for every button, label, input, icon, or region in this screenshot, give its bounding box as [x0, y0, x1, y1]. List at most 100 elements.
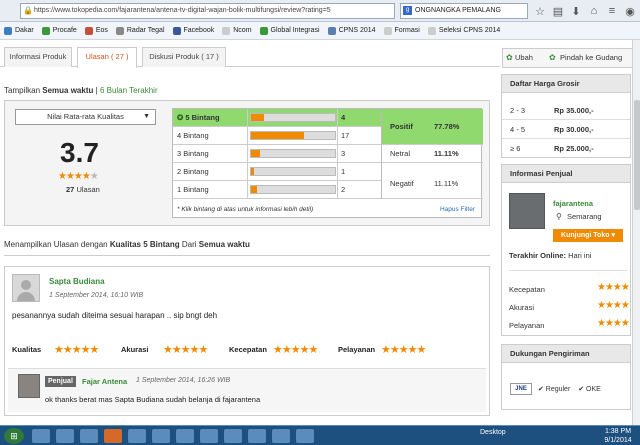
rating-row-3[interactable]: 3 Bintang 3 — [173, 145, 381, 163]
bookmark-icon[interactable]: ▤ — [552, 5, 564, 18]
taskbar-app-icon[interactable] — [248, 429, 266, 443]
bookmark-radar-tegal[interactable]: Radar Tegal — [115, 26, 165, 35]
select-value: Nilai Rata-rata Kualitas — [47, 112, 124, 121]
chevron-down-icon: ▼ — [143, 113, 150, 120]
bookmark-ncom[interactable]: Ncom — [222, 26, 252, 35]
taskbar-firefox-icon[interactable] — [104, 429, 122, 443]
bookmark-formasi[interactable]: Formasi — [383, 26, 420, 35]
seller-name[interactable]: fajarantena — [553, 199, 593, 208]
start-button[interactable]: ⊞ — [4, 428, 24, 444]
bookmark-facebook[interactable]: Facebook — [172, 26, 214, 35]
lock-icon: 🔒 — [23, 6, 33, 15]
rating-row-1[interactable]: 1 Bintang 2 — [173, 181, 381, 199]
home-icon[interactable]: ⌂ — [588, 5, 600, 17]
sentiment-value: 77.78% — [434, 122, 460, 131]
taskbar-app-icon[interactable] — [272, 429, 290, 443]
extension-icon[interactable]: ◉ — [624, 5, 636, 18]
rating-row-label: 2 Bintang — [177, 167, 209, 176]
hapus-filter-link[interactable]: Hapus Filter — [440, 206, 475, 213]
address-bar[interactable]: 🔒 https://www.tokopedia.com/fajarantena/… — [20, 3, 395, 19]
download-icon[interactable]: ⬇ — [570, 5, 582, 18]
menu-icon[interactable]: ≡ — [606, 5, 618, 17]
grosir-qty: 2 - 3 — [510, 106, 526, 115]
tab-informasi-produk[interactable]: Informasi Produk — [4, 47, 72, 67]
bookmark-cpns-2014[interactable]: CPNS 2014 — [327, 26, 376, 35]
tab-ulasan[interactable]: Ulasan ( 27 ) — [77, 47, 137, 68]
bookmark-eos[interactable]: Eos — [84, 26, 108, 35]
gear-icon: ✿ — [506, 53, 513, 62]
taskbar-app-icon[interactable] — [152, 429, 170, 443]
page-scrollbar[interactable] — [632, 40, 640, 426]
reply-author[interactable]: Fajar Antena — [82, 377, 127, 386]
rating-bar — [250, 185, 336, 194]
grosir-price: Rp 30.000,- — [554, 125, 594, 134]
rating-type-select[interactable]: Nilai Rata-rata Kualitas ▼ — [15, 109, 156, 125]
time-filter: Tampilkan Semua waktu | 6 Bulan Terakhir — [4, 86, 158, 95]
reply-date: 1 September 2014, 16:26 WIB — [136, 377, 231, 384]
metric-akurasi-stars: ★★★★ — [597, 300, 630, 311]
search-value: ONGNANGKA PEMALANG — [415, 7, 501, 14]
rating-bar-fill — [251, 132, 304, 139]
metric-kecepatan-label: Kecepatan — [509, 285, 545, 294]
shipping-oke: ✔ OKE — [578, 385, 601, 393]
taskbar-app-icon[interactable] — [32, 429, 50, 443]
clock[interactable]: 1:38 PM 9/1/2014 — [600, 427, 636, 445]
last-online: Terakhir Online: Hari ini — [509, 251, 591, 260]
jne-logo: JNE — [510, 383, 532, 395]
location-pin-icon: ⚲ — [556, 212, 562, 221]
rating-bar-fill — [251, 150, 261, 157]
seller-reply — [8, 368, 486, 412]
rating-row-2[interactable]: 2 Bintang 1 — [173, 163, 381, 181]
taskbar-app-icon[interactable] — [56, 429, 74, 443]
criteria-kualitas-label: Kualitas — [12, 345, 42, 354]
avatar[interactable] — [12, 274, 40, 302]
rating-count: 1 — [341, 167, 346, 176]
browser-toolbar: 🔒 https://www.tokopedia.com/fajarantena/… — [0, 0, 640, 22]
sentiment-value: 11.11% — [434, 179, 459, 188]
avatar[interactable] — [18, 374, 40, 398]
taskbar-app-icon[interactable] — [80, 429, 98, 443]
review-count-number: 27 — [66, 185, 75, 194]
bookmark-icon — [427, 26, 436, 35]
review-count-label: Ulasan — [76, 185, 100, 194]
rating-row-label: 1 Bintang — [177, 185, 209, 194]
bookmark-icon — [4, 26, 12, 35]
bookmark-icon — [41, 26, 50, 35]
filter-6-bulan[interactable]: 6 Bulan Terakhir — [100, 86, 158, 95]
taskbar-app-icon[interactable] — [176, 429, 194, 443]
search-input[interactable]: g ONGNANGKA PEMALANG — [400, 3, 528, 19]
desktop-toolbar[interactable]: Desktop — [480, 429, 506, 436]
ubah-button[interactable]: Ubah — [515, 53, 533, 62]
rating-row-4[interactable]: 4 Bintang 17 — [173, 127, 381, 145]
criteria-kualitas-stars: ★★★★★ — [54, 344, 99, 356]
facebook-icon — [172, 26, 181, 35]
grosir-price: Rp 35.000,- — [554, 106, 594, 115]
star-icon[interactable]: ☆ — [534, 5, 546, 18]
bookmark-dakar[interactable]: Dakar — [4, 26, 34, 35]
bookmark-seleksi-cpns[interactable]: Seleksi CPNS 2014 — [427, 26, 500, 35]
taskbar-app-icon[interactable] — [296, 429, 314, 443]
rating-row-5[interactable]: ✪ 5 Bintang 4 — [173, 109, 381, 127]
review-count: 27 Ulasan — [66, 185, 100, 194]
clock-time: 1:38 PM — [604, 428, 632, 435]
pindah-button[interactable]: Pindah ke Gudang — [560, 49, 622, 67]
taskbar-app-icon[interactable] — [200, 429, 218, 443]
divider — [247, 109, 248, 199]
divider — [4, 255, 490, 256]
scrollbar-thumb[interactable] — [634, 100, 640, 210]
taskbar-app-icon[interactable] — [224, 429, 242, 443]
kunjungi-toko-button[interactable]: Kunjungi Toko ▾ — [553, 229, 623, 242]
criteria-kecepatan-label: Kecepatan — [229, 345, 267, 354]
taskbar-app-icon[interactable] — [128, 429, 146, 443]
rating-bar-fill — [251, 114, 264, 121]
metric-kecepatan-stars: ★★★★ — [597, 282, 630, 293]
reply-text: ok thanks berat mas Sapta Budiana sudah … — [45, 395, 261, 404]
filter-semua-waktu[interactable]: Semua waktu — [42, 86, 93, 95]
grosir-row: 4 - 5 Rp 30.000,- — [502, 120, 630, 139]
reviewer-name[interactable]: Sapta Budiana — [49, 277, 105, 286]
seller-avatar[interactable] — [509, 193, 545, 229]
listing-semua: Semua waktu — [198, 240, 250, 249]
bookmark-global-integrasi[interactable]: Global Integrasi — [259, 26, 320, 35]
bookmark-procafe[interactable]: Procafe — [41, 26, 77, 35]
tab-diskusi-produk[interactable]: Diskusi Produk ( 17 ) — [142, 47, 226, 67]
